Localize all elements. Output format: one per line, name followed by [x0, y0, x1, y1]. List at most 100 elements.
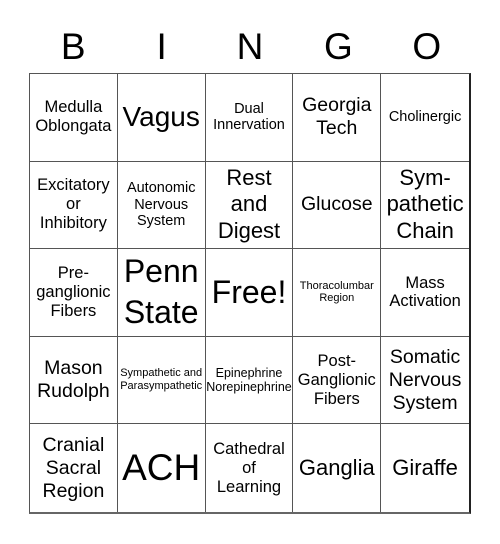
cell-text-line: Parasympathetic [120, 380, 203, 393]
cell-text-line: Somatic [389, 345, 461, 368]
header-letter-n: N [236, 26, 264, 67]
cell-text: Giraffe [392, 454, 458, 480]
cell-text: ACH [122, 446, 201, 488]
cell-text-line: Region [42, 479, 105, 502]
header-letter-i: I [156, 26, 167, 67]
bingo-cell[interactable]: Autonomic Nervous System [117, 161, 206, 250]
bingo-cell[interactable]: Epinephrine Norepinephrine [205, 336, 294, 425]
cell-text-line: Thoracolumbar [299, 279, 374, 292]
bingo-header: B I N G O [29, 22, 471, 72]
cell-text-line: Activation [389, 292, 461, 311]
cell-text-line: Tech [316, 117, 358, 140]
cell-text-line: Norepinephrine [206, 380, 292, 395]
bingo-cell[interactable]: Cathedral of Learning [206, 424, 294, 512]
cell-text: Mason Rudolph [37, 357, 110, 403]
cell-text: Autonomic Nervous System [127, 180, 196, 230]
bingo-cell[interactable]: Somatic Nervous System [381, 337, 469, 425]
bingo-cell[interactable]: Rest and Digest [205, 161, 294, 250]
bingo-cell[interactable]: Cranial Sacral Region [30, 424, 118, 512]
header-letter-b: B [60, 26, 86, 67]
bingo-cell[interactable]: Penn State [117, 249, 206, 337]
bingo-cell[interactable]: Mass Activation [381, 249, 469, 337]
cell-text-line: Cathedral [213, 439, 285, 458]
cell-text-line: State [123, 294, 199, 331]
cell-text: Penn State [124, 251, 199, 334]
bingo-cell[interactable]: Vagus [117, 74, 206, 162]
cell-text: Sympathetic and Parasympathetic [120, 367, 202, 392]
cell-text-line: or [66, 195, 81, 214]
cell-text: Pre-ganglionic Fibers [36, 264, 110, 321]
cell-text: Free! [211, 273, 287, 310]
header-letter-o: O [412, 26, 442, 67]
bingo-grid: Medulla Oblongata Vagus Dual Innervation G… [29, 73, 471, 514]
cell-text-line: Digest [217, 218, 281, 244]
cell-text-line: System [137, 213, 186, 230]
cell-text-line: Cranial [42, 433, 105, 456]
cell-text-line: pathetic [386, 191, 464, 217]
cell-text-line: Nervous [388, 368, 462, 391]
cell-text-line: Sacral [45, 456, 102, 479]
cell-text: Glucose [301, 193, 373, 216]
bingo-cell[interactable]: Georgia Tech [293, 74, 382, 162]
cell-text: Cholinergic [388, 108, 462, 125]
cell-text: Medulla Oblongata [35, 98, 111, 136]
cell-text-line: Post- [317, 351, 357, 370]
cell-text-line: Fibers [313, 389, 360, 408]
cell-text: Somatic Nervous System [389, 346, 462, 415]
cell-text-line: Rest [226, 164, 272, 190]
cell-text-line: Innervation [213, 117, 285, 134]
cell-text-line: ganglionic [36, 283, 111, 301]
cell-text-line: Georgia [302, 94, 372, 117]
cell-text-line: Mason [44, 357, 103, 380]
cell-text-line: Region [319, 292, 355, 305]
cell-text-line: Epinephrine [215, 365, 283, 380]
cell-text-line: Penn [123, 252, 199, 289]
cell-text-line: System [392, 391, 458, 414]
cell-text-line: Autonomic [126, 179, 196, 196]
cell-text: Ganglia [298, 454, 375, 480]
cell-text: Georgia Tech [302, 94, 371, 140]
cell-text-line: Excitatory [37, 176, 110, 195]
bingo-cell[interactable]: Excitatory or Inhibitory [30, 161, 118, 250]
cell-text: Epinephrine Norepinephrine [206, 366, 291, 395]
cell-text-line: Inhibitory [39, 214, 107, 233]
cell-text-line: Pre- [57, 264, 89, 283]
cell-text-line: and [230, 191, 268, 217]
cell-text-line: Chain [396, 218, 454, 244]
cell-text: Rest and Digest [218, 165, 280, 245]
cell-text: Dual Innervation [213, 101, 285, 134]
bingo-cell[interactable]: Mason Rudolph [30, 336, 118, 425]
bingo-cell[interactable]: Giraffe [381, 424, 469, 512]
cell-text: Cathedral of Learning [213, 440, 285, 497]
cell-text: Excitatory or Inhibitory [37, 176, 109, 233]
free-space-cell[interactable]: Free! [205, 249, 294, 337]
cell-text-line: Fibers [50, 301, 97, 320]
bingo-cell[interactable]: Post- Ganglionic Fibers [293, 336, 382, 425]
bingo-cell[interactable]: Dual Innervation [205, 74, 294, 162]
cell-text-line: Sympathetic and [120, 367, 203, 380]
bingo-cell[interactable]: Thoracolumbar Region [293, 249, 382, 337]
cell-text: Post- Ganglionic Fibers [298, 352, 376, 409]
bingo-cell[interactable]: Pre-ganglionic Fibers [30, 249, 118, 337]
bingo-cell[interactable]: Medulla Oblongata [30, 74, 118, 162]
cell-text-line: Ganglionic [297, 370, 376, 389]
cell-text: Cranial Sacral Region [43, 434, 105, 503]
cell-text-line: Oblongata [35, 117, 112, 136]
bingo-cell[interactable]: ACH [118, 424, 206, 512]
cell-text: Thoracolumbar Region [300, 280, 374, 305]
cell-text-line: of [242, 458, 256, 477]
cell-text-line: Learning [216, 477, 282, 496]
cell-text: Vagus [122, 101, 200, 133]
cell-text-line: Sym- [399, 164, 451, 190]
bingo-cell[interactable]: Glucose [293, 161, 382, 250]
header-letter-g: G [323, 26, 353, 67]
cell-text-line: Nervous [134, 196, 189, 213]
cell-text-line: Medulla [44, 98, 103, 117]
cell-text-line: Dual [234, 100, 264, 117]
bingo-cell[interactable]: Sym-pathetic Chain [381, 162, 469, 250]
bingo-cell[interactable]: Sympathetic and Parasympathetic [117, 336, 206, 425]
bingo-cell[interactable]: Cholinergic [381, 74, 469, 162]
cell-text: Mass Activation [389, 274, 461, 312]
cell-text-line: Rudolph [37, 380, 110, 403]
bingo-cell[interactable]: Ganglia [293, 424, 382, 512]
